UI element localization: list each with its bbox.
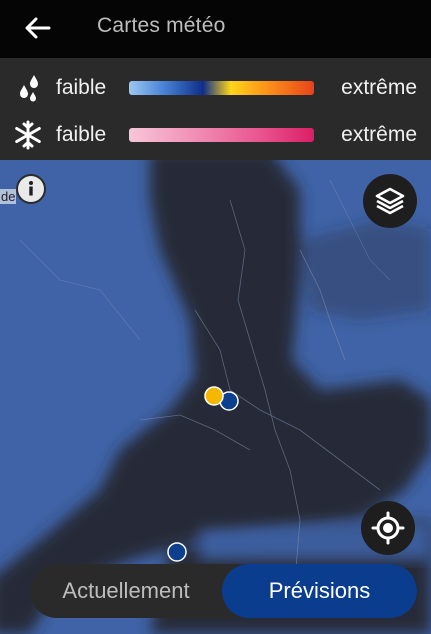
info-icon bbox=[18, 176, 44, 202]
layers-icon bbox=[375, 187, 405, 215]
top-bar: Cartes météo bbox=[0, 0, 431, 58]
tab-current[interactable]: Actuellement bbox=[30, 564, 222, 618]
map-place-label: de bbox=[0, 189, 17, 204]
rain-high-label: extrême bbox=[341, 76, 417, 99]
layers-button[interactable] bbox=[363, 174, 417, 228]
rain-legend-row: faible extrême bbox=[0, 64, 431, 112]
page-title: Cartes météo bbox=[97, 14, 226, 37]
location-marker[interactable] bbox=[167, 542, 187, 562]
snow-legend-row: faible extrême bbox=[0, 111, 431, 159]
info-button[interactable] bbox=[16, 174, 46, 204]
mode-toggle: Actuellement Prévisions bbox=[30, 564, 417, 618]
tab-forecast[interactable]: Prévisions bbox=[222, 564, 417, 618]
rain-intensity-scale bbox=[129, 81, 314, 95]
weather-map[interactable]: de bbox=[0, 160, 431, 634]
back-button[interactable] bbox=[18, 11, 58, 45]
precipitation-legend: faible extrême faible extrême bbox=[0, 58, 431, 160]
snow-intensity-scale bbox=[129, 128, 314, 142]
snow-low-label: faible bbox=[56, 123, 107, 146]
rain-low-label: faible bbox=[56, 76, 107, 99]
locate-me-button[interactable] bbox=[361, 501, 415, 555]
raindrops-icon bbox=[20, 75, 38, 102]
precipitation-overlay bbox=[0, 160, 431, 634]
crosshair-icon bbox=[371, 511, 405, 545]
arrow-left-icon bbox=[25, 17, 51, 39]
snowflake-icon bbox=[15, 120, 41, 150]
snow-high-label: extrême bbox=[341, 123, 417, 146]
current-location-marker[interactable] bbox=[204, 386, 224, 406]
